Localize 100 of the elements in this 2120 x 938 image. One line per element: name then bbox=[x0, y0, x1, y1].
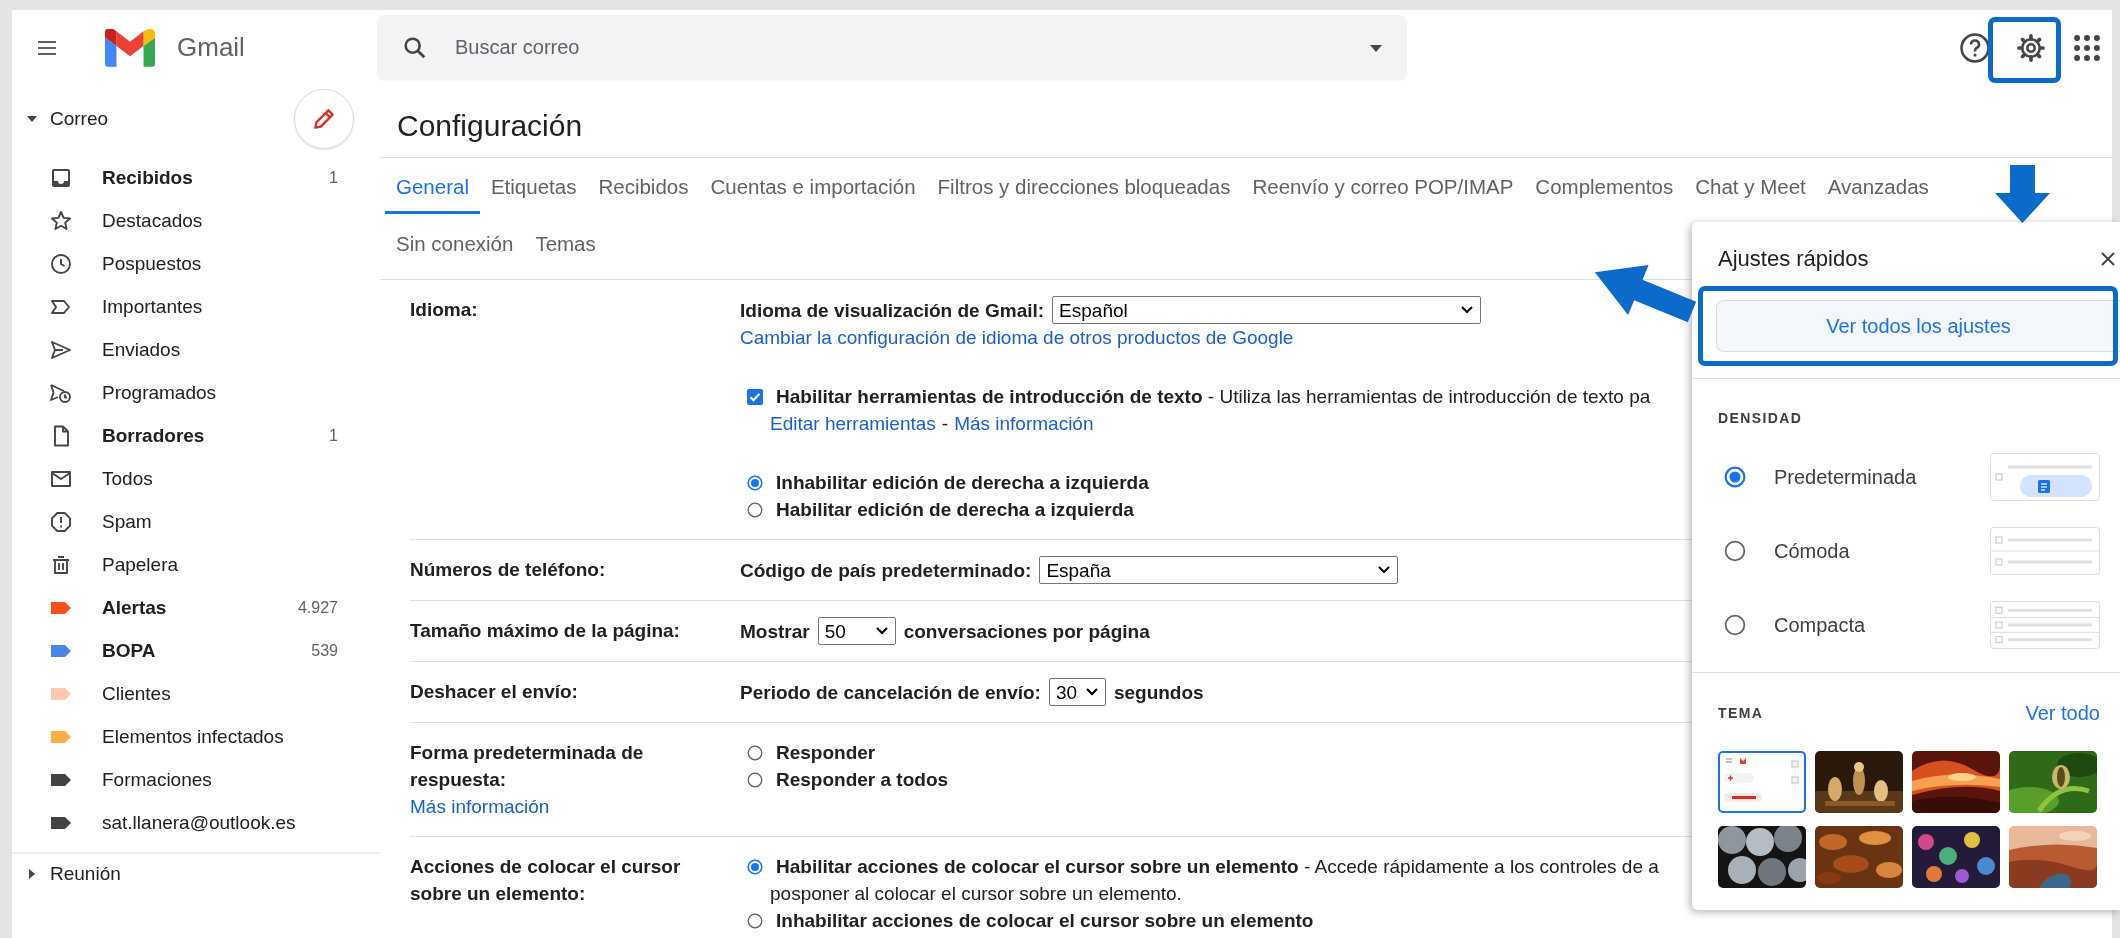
description-text: posponer al colocar el cursor sobre un elemento. bbox=[770, 882, 1182, 906]
radio-button[interactable] bbox=[747, 912, 763, 929]
sidebar-item[interactable]: Recibidos bbox=[102, 166, 193, 189]
radio-button[interactable] bbox=[1724, 540, 1746, 562]
dropdown[interactable]: 30 bbox=[1048, 678, 1106, 706]
page-title: Configuración bbox=[397, 109, 583, 143]
option-label: Responder bbox=[776, 741, 876, 765]
sidebar-item[interactable]: BOPA bbox=[102, 639, 156, 662]
unread-count: 4.927 bbox=[297, 598, 338, 617]
sidebar-item[interactable]: Clientes bbox=[102, 682, 380, 705]
sidebar-item[interactable]: Programados bbox=[102, 381, 380, 404]
sidebar-item[interactable]: Spam bbox=[102, 510, 380, 533]
option-label: Habilitar herramientas de introducción de texto - Utiliza las herramientas de introducción de texto pa bbox=[776, 385, 1651, 409]
app-name: Gmail bbox=[177, 32, 245, 63]
setting-label: Deshacer el envío: bbox=[410, 680, 579, 704]
settings-tab[interactable]: Sin conexión bbox=[385, 219, 525, 271]
gmail-logo[interactable] bbox=[105, 28, 155, 67]
radio-button[interactable] bbox=[747, 501, 763, 518]
dropdown[interactable]: España bbox=[1039, 556, 1399, 584]
field-label: segundos bbox=[1113, 680, 1204, 705]
sidebar-item[interactable]: Borradores bbox=[102, 424, 205, 447]
sidebar-item[interactable]: Pospuestos bbox=[102, 252, 380, 275]
sidebar-item[interactable]: Elementos infectados bbox=[102, 725, 380, 748]
view-all-settings-button[interactable]: Ver todos los ajustes bbox=[1716, 300, 2120, 352]
settings-tab[interactable]: Etiquetas bbox=[479, 162, 588, 214]
unread-count: 1 bbox=[329, 426, 338, 445]
option-label: Responder a todos bbox=[776, 768, 949, 792]
star-icon bbox=[49, 208, 73, 233]
settings-tab[interactable]: Complementos bbox=[1524, 162, 1685, 214]
radio-button[interactable] bbox=[1724, 614, 1746, 636]
setting-label: Tamaño máximo de la página: bbox=[410, 619, 681, 643]
pencil-icon bbox=[311, 106, 337, 132]
chevron-icon bbox=[1460, 305, 1475, 315]
sidebar-item[interactable]: Todos bbox=[102, 467, 380, 490]
close-icon[interactable] bbox=[2100, 251, 2116, 267]
setting-label: Acciones de colocar el cursor sobre un elemento: bbox=[410, 855, 682, 906]
option-label: Habilitar acciones de colocar el cursor sobre un elemento - Accede rápidamente a los controles de a bbox=[776, 855, 1659, 879]
settings-tab[interactable]: Cuentas e importación bbox=[699, 162, 927, 214]
section-header[interactable]: Reunión bbox=[50, 863, 121, 885]
sidebar-item[interactable]: Papelera bbox=[102, 553, 380, 576]
option-label[interactable]: Compacta bbox=[1774, 613, 1866, 637]
link[interactable]: Editar herramientas bbox=[770, 410, 936, 437]
panel-title: Ajustes rápidos bbox=[1718, 246, 1869, 272]
sidebar-item[interactable]: Importantes bbox=[102, 295, 380, 318]
radio-button[interactable] bbox=[747, 744, 763, 761]
radio-button[interactable] bbox=[1724, 466, 1746, 488]
field-label: Mostrar bbox=[740, 619, 810, 644]
clock-icon bbox=[49, 251, 73, 276]
density-preview-icon bbox=[1990, 601, 2100, 649]
radio-button[interactable] bbox=[747, 858, 763, 875]
settings-tab[interactable]: Reenvío y correo POP/IMAP bbox=[1241, 162, 1525, 214]
radio-button[interactable] bbox=[747, 474, 763, 491]
radio-button[interactable] bbox=[747, 771, 763, 788]
field-label: Idioma de visualización de Gmail: bbox=[740, 298, 1045, 323]
chevron-icon bbox=[1084, 687, 1099, 697]
field-label: Código de país predeterminado: bbox=[740, 558, 1032, 583]
dropdown[interactable]: Español bbox=[1052, 296, 1482, 324]
section-header[interactable]: Correo bbox=[50, 108, 109, 130]
chevron-icon bbox=[1377, 565, 1392, 575]
option-label: Inhabilitar acciones de colocar el cursor sobre un elemento bbox=[776, 909, 1314, 933]
compose-button[interactable] bbox=[294, 89, 354, 149]
section-heading: DENSIDAD bbox=[1718, 410, 1803, 426]
option-label: Inhabilitar edición de derecha a izquierda bbox=[776, 471, 1149, 495]
section-heading: TEMA bbox=[1718, 705, 1764, 721]
option-label[interactable]: Cómoda bbox=[1774, 539, 1850, 563]
sidebar-item[interactable]: Alertas bbox=[102, 596, 167, 619]
settings-tab[interactable]: Chat y Meet bbox=[1684, 162, 1817, 214]
option-label: Habilitar edición de derecha a izquierda bbox=[776, 498, 1134, 522]
unread-count: 539 bbox=[311, 641, 338, 660]
link[interactable]: Cambiar la configuración de idioma de otros productos de Google bbox=[740, 324, 1294, 351]
settings-tab[interactable]: Filtros y direcciones bloqueadas bbox=[926, 162, 1242, 214]
settings-tab[interactable]: Recibidos bbox=[587, 162, 700, 214]
spam-icon bbox=[49, 509, 73, 534]
settings-tab[interactable]: Temas bbox=[524, 219, 607, 271]
theme-preview-drawing[interactable] bbox=[1718, 751, 1806, 813]
view-all-link[interactable]: Ver todo bbox=[2025, 701, 2100, 725]
sidebar-item[interactable]: Formaciones bbox=[102, 768, 380, 791]
setting-label: Números de teléfono: bbox=[410, 558, 607, 582]
separator-text: - bbox=[941, 412, 949, 436]
field-label: conversaciones por página bbox=[903, 619, 1150, 644]
sidebar-item[interactable]: sat.llanera@outlook.es bbox=[102, 811, 380, 834]
unread-count: 1 bbox=[329, 168, 338, 187]
annotation-arrow bbox=[1995, 165, 2050, 223]
checkbox[interactable] bbox=[747, 388, 763, 405]
caret-icon[interactable] bbox=[1369, 42, 1383, 53]
link[interactable]: Más información bbox=[410, 793, 550, 820]
sidebar-item[interactable]: Destacados bbox=[102, 209, 380, 232]
search-field[interactable]: Buscar correo bbox=[377, 14, 1407, 81]
density-preview-icon bbox=[1990, 453, 2100, 501]
density-preview-icon bbox=[1990, 527, 2100, 575]
sidebar-item[interactable]: Enviados bbox=[102, 338, 380, 361]
option-label[interactable]: Predeterminada bbox=[1774, 465, 1917, 489]
settings-tab[interactable]: Avanzadas bbox=[1816, 162, 1940, 214]
search-input[interactable]: Buscar correo bbox=[453, 35, 1369, 60]
settings-tab[interactable]: General bbox=[385, 162, 480, 214]
link[interactable]: Más información bbox=[954, 410, 1094, 437]
setting-label: Forma predeterminada de respuesta: bbox=[410, 741, 645, 792]
setting-label: Idioma: bbox=[410, 298, 479, 322]
field-label: Periodo de cancelación de envío: bbox=[740, 680, 1041, 705]
dropdown[interactable]: 50 bbox=[817, 617, 896, 645]
